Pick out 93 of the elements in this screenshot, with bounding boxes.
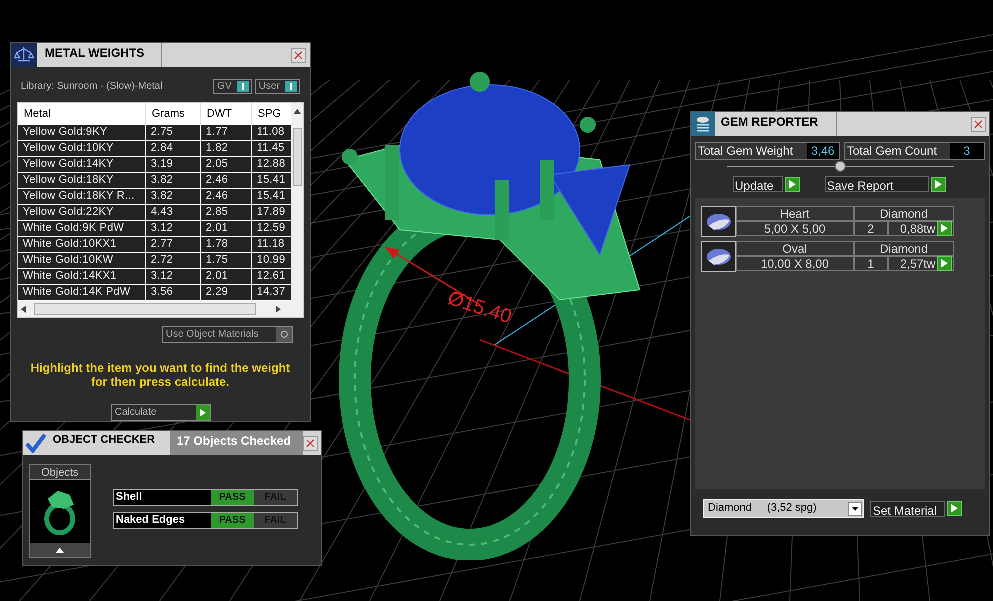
scale-icon xyxy=(11,43,37,67)
use-object-materials-toggle[interactable]: Use Object Materials xyxy=(162,326,293,343)
table-cell: White Gold:10KX1 xyxy=(18,237,146,252)
material-dropdown[interactable]: Diamond (3,52 spg) xyxy=(703,499,864,518)
table-cell: 3.82 xyxy=(146,173,201,188)
gem-count: 1 xyxy=(854,256,888,271)
table-cell: Yellow Gold:9KY xyxy=(18,125,146,140)
pass-label: PASS xyxy=(211,490,254,505)
pass-label: PASS xyxy=(211,513,254,528)
table-cell: 2.85 xyxy=(201,205,252,220)
panel-title: METAL WEIGHTS xyxy=(37,43,162,67)
scroll-left-icon xyxy=(21,306,26,312)
close-icon xyxy=(974,120,983,128)
total-weight-value: 3,46 xyxy=(807,143,839,159)
close-button[interactable] xyxy=(303,436,318,450)
toggle-button[interactable]: User xyxy=(254,78,300,94)
play-button[interactable] xyxy=(785,176,800,192)
objects-checked-label: 17 Objects Checked xyxy=(171,431,303,455)
table-cell: 1.75 xyxy=(201,253,252,268)
calculate-button[interactable]: Calculate xyxy=(111,404,211,421)
gem-icon xyxy=(701,241,736,272)
table-cell: Yellow Gold:18KY xyxy=(18,173,146,188)
table-cell: 2.46 xyxy=(201,189,252,204)
gem-shape: Heart xyxy=(736,206,854,221)
objects-label: Objects xyxy=(30,465,90,480)
set-material-button[interactable]: Set Material xyxy=(870,500,945,516)
scrollbar-thumb[interactable] xyxy=(292,128,302,186)
dropdown-value: Diamond (3,52 spg) xyxy=(708,501,817,516)
table-cell: 2.01 xyxy=(201,269,252,284)
scrollbar-thumb[interactable] xyxy=(34,303,256,315)
table-cell: Yellow Gold:18KY R... xyxy=(18,189,146,204)
gem-count: 2 xyxy=(854,221,888,236)
table-cell: White Gold:10KW xyxy=(18,253,146,268)
table-cell: 2.05 xyxy=(201,157,252,172)
table-cell: 3.19 xyxy=(146,157,201,172)
total-count-label: Total Gem Count xyxy=(845,143,950,159)
checkmark-icon xyxy=(23,431,49,455)
table-cell: 2.84 xyxy=(146,141,201,156)
total-count-value: 3 xyxy=(950,143,984,159)
table-cell: 3.82 xyxy=(146,189,201,204)
play-icon xyxy=(200,408,206,416)
close-icon xyxy=(294,50,303,60)
play-icon xyxy=(951,504,958,513)
table-cell: 1.78 xyxy=(201,237,252,252)
triangle-up-icon xyxy=(56,548,64,552)
save-report-button[interactable]: Save Report xyxy=(825,176,929,192)
toggle-button[interactable]: GV xyxy=(213,78,252,94)
play-icon xyxy=(941,224,948,233)
play-icon xyxy=(935,180,942,188)
scroll-up-icon xyxy=(294,109,300,114)
gem-size: 5,00 X 5,00 xyxy=(736,221,854,236)
table-cell: 4.43 xyxy=(146,205,201,220)
gem-icon xyxy=(701,206,736,237)
table-cell: 2.72 xyxy=(146,253,201,268)
table-cell: 2.75 xyxy=(146,125,201,140)
scroll-up-button[interactable] xyxy=(30,543,90,557)
table-cell: White Gold:14KX1 xyxy=(18,269,146,284)
table-cell: White Gold:14K PdW xyxy=(18,285,146,300)
close-icon xyxy=(306,438,315,448)
table-cell: 3.56 xyxy=(146,285,201,300)
table-cell: 2.46 xyxy=(201,173,252,188)
instruction-text: Highlight the item you want to find the weight for then press calculate. xyxy=(30,361,292,389)
table-cell: Yellow Gold:22KY xyxy=(18,205,146,220)
library-label: Library: Sunroom - (Slow)-Metal xyxy=(21,80,163,94)
table-cell: 2.29 xyxy=(201,285,252,300)
table-cell: 3.12 xyxy=(146,221,201,236)
panel-title: GEM REPORTER xyxy=(715,112,837,136)
check-name: Naked Edges xyxy=(115,513,186,528)
triangle-down-icon xyxy=(852,506,858,510)
table-cell: 1.77 xyxy=(201,125,252,140)
table-cell: Yellow Gold:10KY xyxy=(18,141,146,156)
total-weight-label: Total Gem Weight xyxy=(696,143,807,159)
play-icon xyxy=(789,180,796,188)
gem-material: Diamond xyxy=(854,241,954,256)
scroll-right-icon xyxy=(276,306,281,312)
vertical-scrollbar[interactable] xyxy=(291,103,303,301)
update-button[interactable]: Update xyxy=(733,176,783,192)
table-cell: White Gold:9K PdW xyxy=(18,221,146,236)
gem-size: 10,00 X 8,00 xyxy=(736,256,854,271)
table-cell: 3.12 xyxy=(146,269,201,284)
play-button[interactable] xyxy=(931,176,946,192)
close-button[interactable] xyxy=(291,48,306,62)
gem-shape: Oval xyxy=(736,241,854,256)
table-cell: 2.01 xyxy=(201,221,252,236)
table-cell: Yellow Gold:14KY xyxy=(18,157,146,172)
gem-material: Diamond xyxy=(854,206,954,221)
check-name: Shell xyxy=(115,490,144,505)
table-cell: 2.77 xyxy=(146,237,201,252)
play-icon xyxy=(941,259,948,268)
dimension-label: Ø15.40 xyxy=(444,286,516,331)
close-button[interactable] xyxy=(971,116,986,132)
table-cell: 1.82 xyxy=(201,141,252,156)
horizontal-scrollbar[interactable] xyxy=(18,301,303,317)
